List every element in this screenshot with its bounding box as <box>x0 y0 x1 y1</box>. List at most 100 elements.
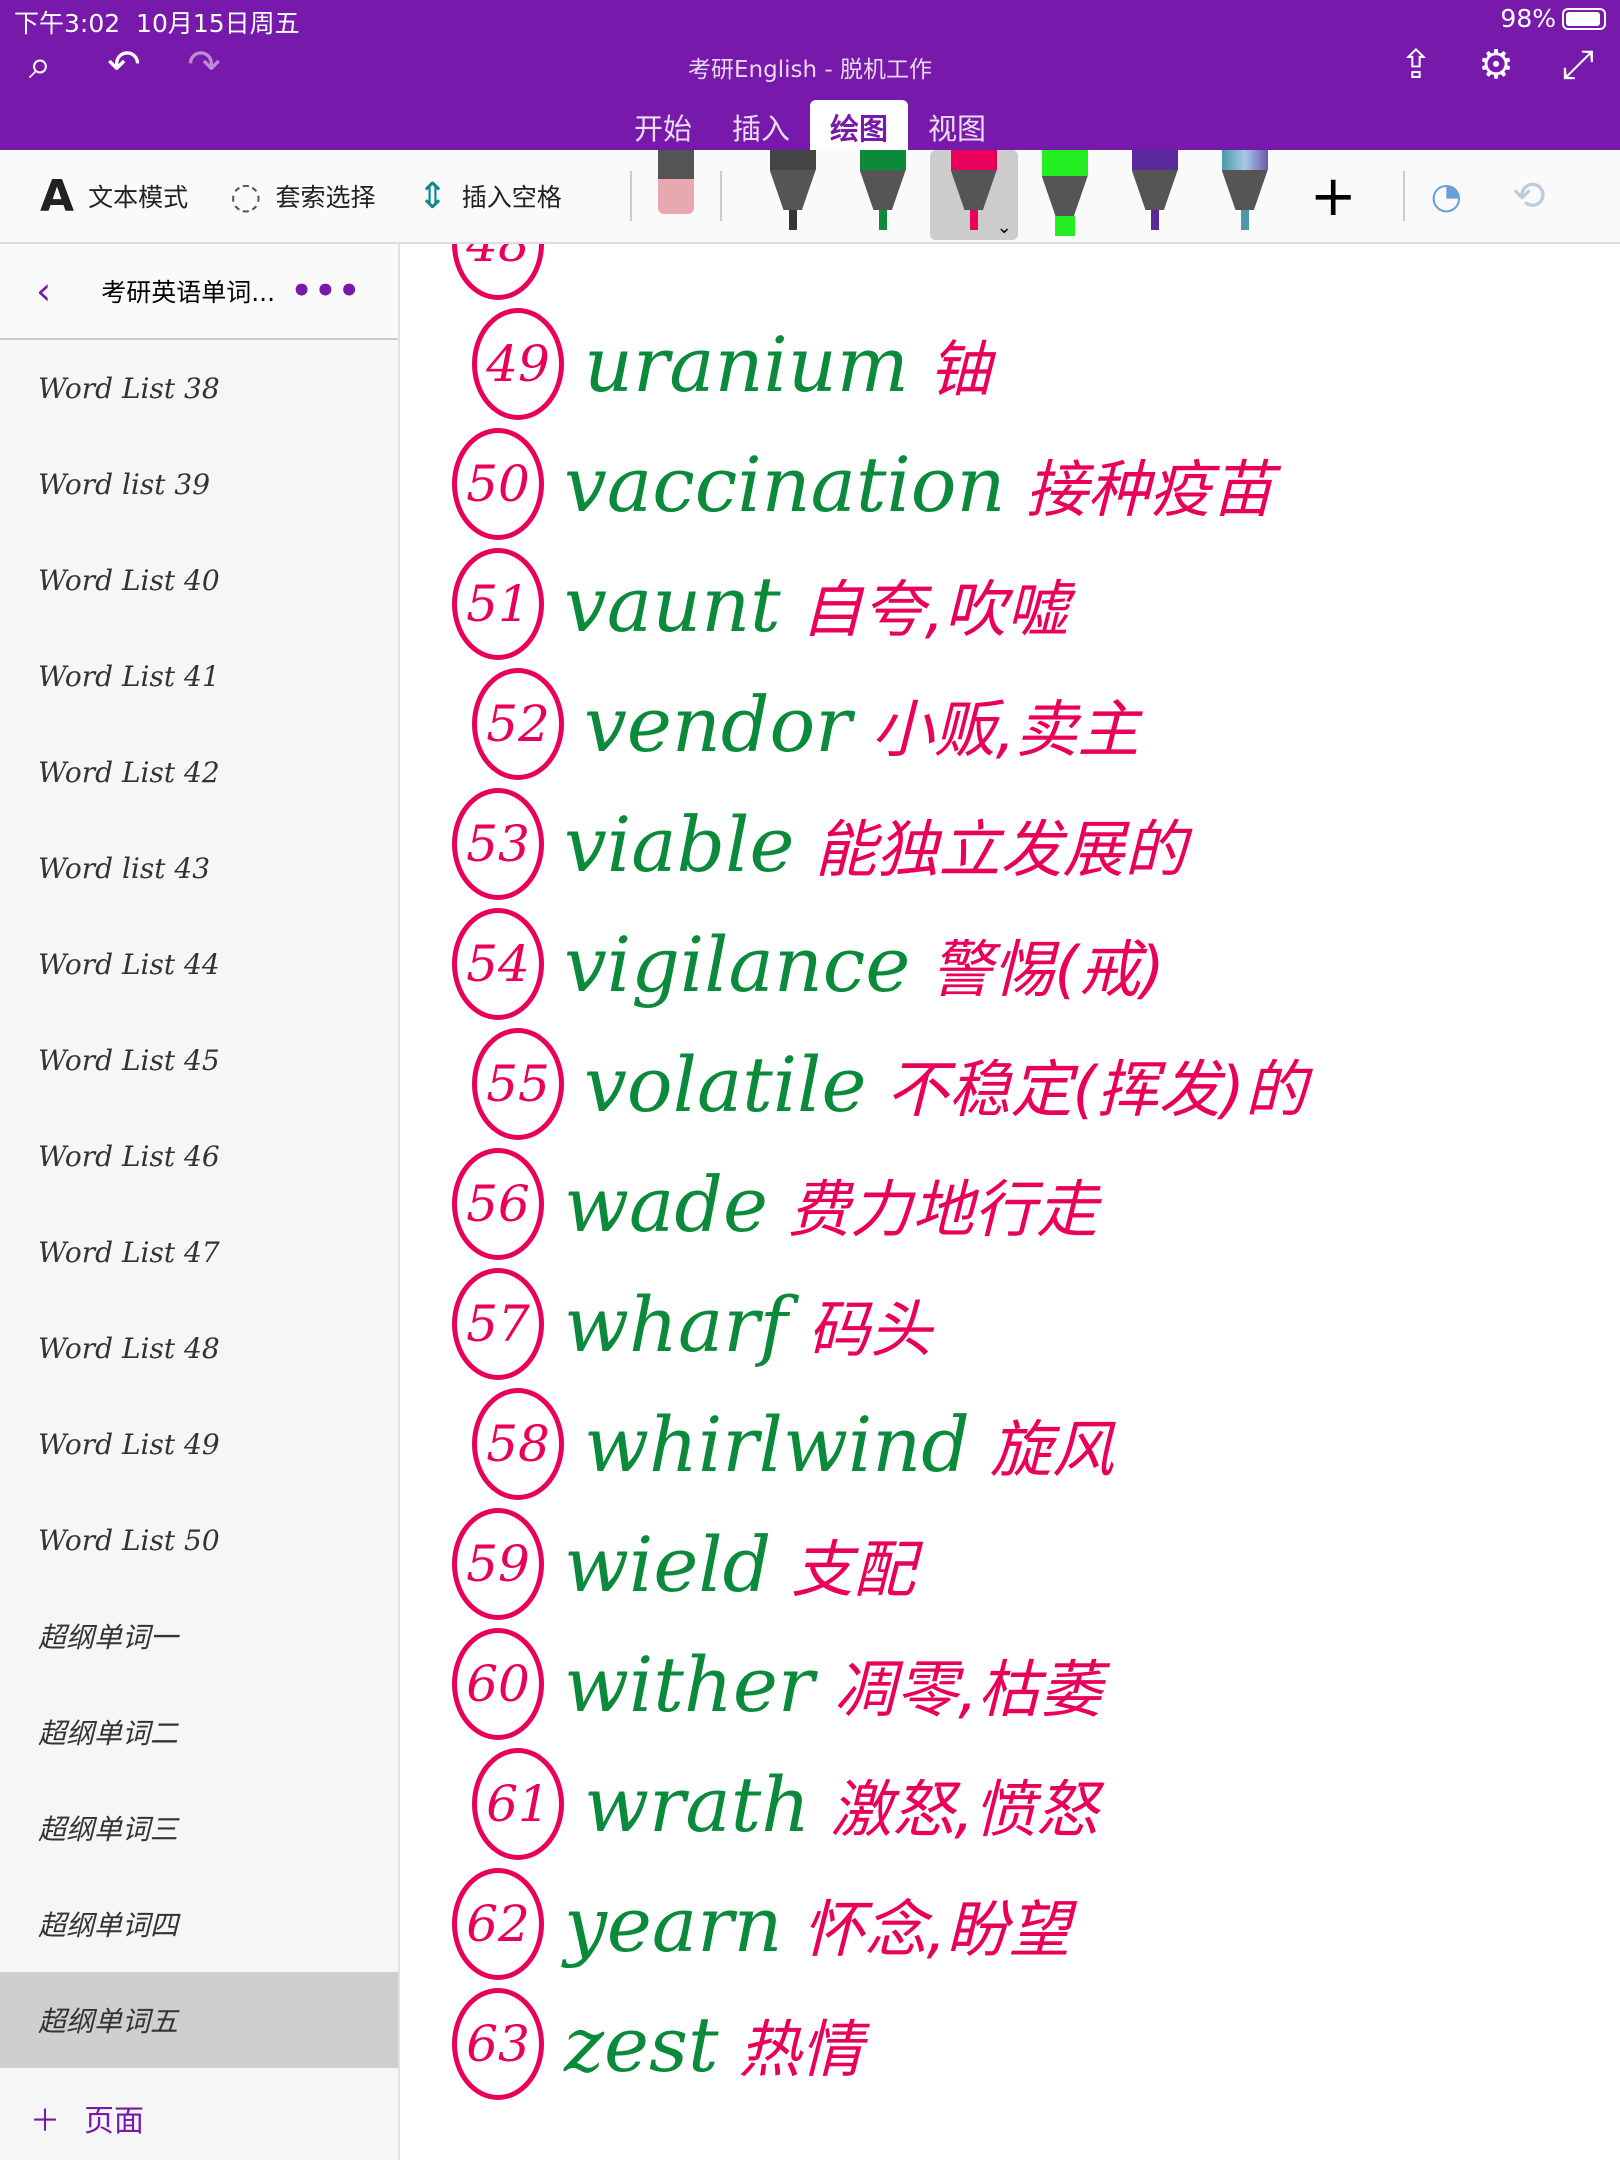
chinese-meaning: 码头 <box>807 1293 932 1366</box>
page-item[interactable]: Word List 46 <box>0 1108 398 1204</box>
page-item[interactable]: 超纲单词三 <box>0 1780 398 1876</box>
word-entry: 57 wharf 码头 <box>452 1264 932 1384</box>
english-word: viable <box>564 799 795 889</box>
entry-number: 55 <box>472 1028 564 1140</box>
add-pen-icon[interactable]: + <box>1310 164 1357 229</box>
entry-number: 54 <box>452 908 544 1020</box>
text-mode-button[interactable]: A 文本模式 <box>40 171 188 222</box>
entry-number: 61 <box>472 1748 564 1860</box>
english-word: vigilance <box>564 919 911 1009</box>
page-item[interactable]: Word list 43 <box>0 820 398 916</box>
pen-green[interactable] <box>859 150 906 240</box>
tab-draw[interactable]: 绘图 <box>810 100 909 150</box>
battery-indicator: 98% <box>1500 4 1606 33</box>
english-word: whirlwind <box>584 1399 970 1489</box>
word-entry: 62 yearn 怀念,盼望 <box>452 1864 1070 1984</box>
chinese-meaning: 不稳定(挥发)的 <box>886 1053 1307 1126</box>
entry-number: 52 <box>472 668 564 780</box>
gear-icon[interactable]: ⚙ <box>1472 42 1520 88</box>
chinese-meaning: 自夸,吹嘘 <box>800 573 1069 646</box>
pen-purple[interactable] <box>1131 150 1178 240</box>
english-word: wither <box>564 1639 815 1729</box>
chinese-meaning: 能独立发展的 <box>814 813 1187 886</box>
lasso-select-button[interactable]: ◌ 套索选择 <box>230 176 375 217</box>
page-item[interactable]: Word list 39 <box>0 436 398 532</box>
divider <box>719 171 722 221</box>
entry-number: 49 <box>472 308 564 420</box>
highlighter-green[interactable] <box>1041 150 1088 240</box>
page-item[interactable]: Word List 50 <box>0 1492 398 1588</box>
english-word: vaccination <box>564 439 1006 529</box>
chinese-meaning: 热情 <box>738 2013 863 2086</box>
add-page-button[interactable]: ＋页面 <box>30 2096 144 2140</box>
word-entry: 63 zest 热情 <box>452 1984 863 2104</box>
page-item[interactable]: 超纲单词二 <box>0 1684 398 1780</box>
word-entry: 58 whirlwind 旋风 <box>472 1384 1114 1504</box>
english-word: wade <box>564 1159 768 1249</box>
sidebar-header: ‹ 考研英语单词... ••• <box>0 244 398 340</box>
shapes-icon[interactable]: ◔ <box>1431 176 1462 217</box>
ribbon-tabs: 开始 插入 绘图 视图 <box>0 100 1620 150</box>
share-icon[interactable]: ⇪ <box>1392 42 1440 88</box>
page-item[interactable]: 超纲单词一 <box>0 1588 398 1684</box>
word-entry: 54 vigilance 警惕(戒) <box>452 904 1165 1024</box>
chinese-meaning: 小贩,卖主 <box>871 693 1140 766</box>
tab-insert[interactable]: 插入 <box>712 100 810 150</box>
chinese-meaning: 铀 <box>928 333 991 406</box>
entry-number: 59 <box>452 1508 544 1620</box>
page-item[interactable]: 超纲单词五 <box>0 1972 398 2068</box>
english-word: zest <box>564 1999 719 2089</box>
pen-galaxy[interactable] <box>1221 150 1268 240</box>
more-options-icon[interactable]: ••• <box>291 271 362 311</box>
chinese-meaning: 怀念,盼望 <box>802 1893 1071 1966</box>
eraser-tool[interactable] <box>657 150 694 214</box>
chevron-down-icon[interactable]: ⌄ <box>997 217 1012 238</box>
page-item[interactable]: Word List 40 <box>0 532 398 628</box>
pen-black[interactable] <box>769 150 816 240</box>
plus-icon: ＋ <box>30 2104 60 2139</box>
word-entry: 53 viable 能独立发展的 <box>452 784 1187 904</box>
chinese-meaning: 凋零,枯萎 <box>834 1653 1102 1726</box>
tab-home[interactable]: 开始 <box>614 100 712 150</box>
entry-number: 62 <box>452 1868 544 1980</box>
insert-space-button[interactable]: ⇕ 插入空格 <box>418 176 562 217</box>
word-entry: 59 wield 支配 <box>452 1504 915 1624</box>
entry-number: 60 <box>452 1628 544 1740</box>
word-entry: 50 vaccination 接种疫苗 <box>452 424 1274 544</box>
english-word: volatile <box>584 1039 867 1129</box>
title-bar: 下午3:02 10月15日周五 98% ⌕ ↶ ↷ 考研English - 脱机… <box>0 0 1620 150</box>
page-sidebar: ‹ 考研英语单词... ••• Word List 38 Word list 39… <box>0 244 400 2160</box>
page-item[interactable]: Word List 49 <box>0 1396 398 1492</box>
page-item[interactable]: Word List 42 <box>0 724 398 820</box>
page-item[interactable]: Word List 45 <box>0 1012 398 1108</box>
page-item[interactable]: Word List 47 <box>0 1204 398 1300</box>
status-time: 下午3:02 10月15日周五 <box>14 9 300 38</box>
page-item[interactable]: Word List 44 <box>0 916 398 1012</box>
divider <box>629 171 632 221</box>
ink-to-shape-icon[interactable]: ⟲ <box>1512 173 1546 219</box>
word-entry: 51 vaunt 自夸,吹嘘 <box>452 544 1068 664</box>
tab-view[interactable]: 视图 <box>908 100 1006 150</box>
english-word: wharf <box>564 1279 788 1369</box>
word-entry: 56 wade 费力地行走 <box>452 1144 1098 1264</box>
chinese-meaning: 费力地行走 <box>788 1173 1099 1246</box>
app-title: 考研English - 脱机工作 <box>688 57 932 83</box>
entry-number: 56 <box>452 1148 544 1260</box>
pen-pink-selected[interactable]: ⌄ <box>929 150 1018 240</box>
page-item[interactable]: Word List 48 <box>0 1300 398 1396</box>
word-entry: 48 <box>452 244 584 304</box>
chinese-meaning: 接种疫苗 <box>1025 453 1274 526</box>
entry-number: 58 <box>472 1388 564 1500</box>
back-chevron-icon[interactable]: ‹ <box>36 269 51 313</box>
word-entry: 61 wrath 激怒,愤怒 <box>472 1744 1098 1864</box>
word-entry: 52 vendor 小贩,卖主 <box>472 664 1139 784</box>
page-item[interactable]: Word List 41 <box>0 628 398 724</box>
entry-number: 57 <box>452 1268 544 1380</box>
note-canvas[interactable]: 48 49 uranium 铀 50 vaccination 接种疫苗 51 vaunt 自夸,吹… <box>402 244 1620 2160</box>
page-item[interactable]: Word List 38 <box>0 340 398 436</box>
page-item[interactable]: 超纲单词四 <box>0 1876 398 1972</box>
english-word: yearn <box>564 1879 783 1969</box>
expand-icon[interactable]: ⤢ <box>1554 42 1602 88</box>
chinese-meaning: 支配 <box>791 1533 916 1606</box>
english-word: vaunt <box>564 559 781 649</box>
